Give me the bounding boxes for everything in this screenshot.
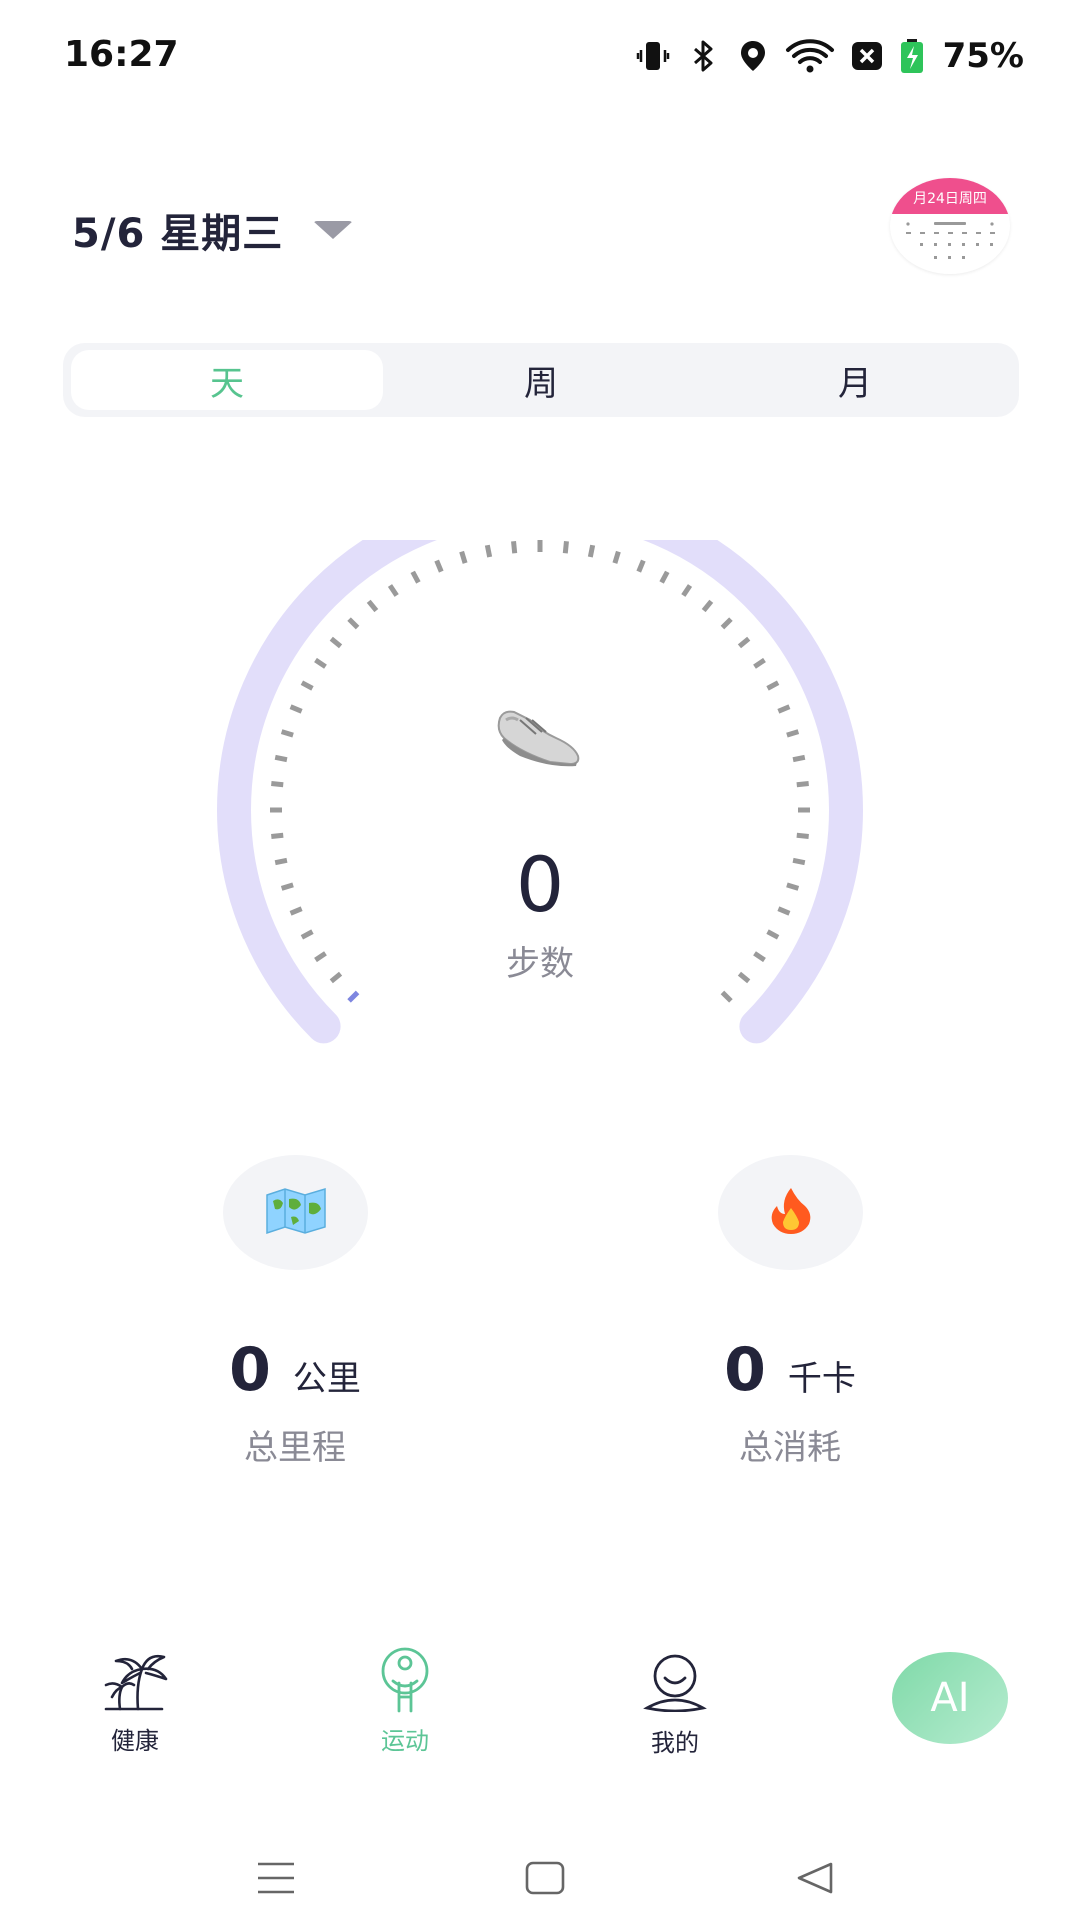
gauge-tick [434,559,444,573]
profile-face-icon [640,1647,710,1717]
vibrate-icon [635,38,671,74]
calories-value: 0 [724,1335,766,1405]
gauge-tick [347,617,360,630]
calendar-thumb-date: 月24日周四 [890,178,1010,214]
notification-x-icon [849,38,885,74]
calories-label: 总消耗 [739,1428,841,1468]
home-button[interactable] [515,1850,575,1910]
shoe-icon [490,690,590,770]
gauge-tick [796,832,809,839]
period-tabs: 天 周 月 [63,343,1019,417]
gauge-tick [271,781,284,788]
gauge-tick [796,781,809,788]
location-icon [735,38,771,74]
gauge-tick [347,990,360,1003]
map-icon [265,1187,327,1239]
gauge-tick [766,680,780,691]
calendar-button[interactable]: 月24日周四 [890,178,1010,274]
calories-icon-wrap [718,1155,863,1270]
step-label: 步数 [506,944,574,984]
calories-stat: 0 千卡 总消耗 [640,1155,940,1475]
nav-health-label: 健康 [111,1727,159,1755]
gauge-tick [329,636,343,649]
status-icons: 75% [635,36,1024,76]
gauge-tick [720,990,733,1003]
caret-down-icon [313,221,354,239]
bottom-nav: 健康 运动 我的 AI [0,1630,1080,1780]
distance-icon-wrap [223,1155,368,1270]
gauge-tick [459,550,468,564]
triangle-back-icon [795,1861,835,1899]
calendar-mini-grid-icon [890,214,1010,274]
gauge-tick [737,636,751,649]
gauge-tick [511,541,518,554]
gauge-tick [289,704,303,714]
nav-health[interactable]: 健康 [35,1645,235,1775]
fire-icon [767,1186,815,1240]
calories-value-row: 0 千卡 [640,1335,940,1405]
nav-mine-label: 我的 [651,1729,699,1757]
gauge-tick [612,550,621,564]
gauge-tick [786,729,800,738]
gauge-tick [720,617,733,630]
nav-mine[interactable]: 我的 [575,1647,775,1777]
status-time: 16:27 [64,34,179,75]
step-gauge: 0 步数 [0,540,1080,1060]
gauge-tick [410,570,421,584]
battery-percentage: 75% [942,36,1024,76]
back-button[interactable] [785,1850,845,1910]
ai-assistant-button[interactable]: AI [892,1652,1008,1744]
tab-week[interactable]: 周 [385,350,697,410]
gauge-tick [681,584,693,597]
distance-value: 0 [229,1335,271,1405]
gauge-tick [366,599,379,613]
person-icon [370,1645,440,1715]
gauge-tick [792,754,806,763]
tab-day[interactable]: 天 [71,350,383,410]
square-icon [525,1861,565,1899]
gauge-tick [484,544,493,558]
gauge-tick [274,754,288,763]
calories-unit: 千卡 [787,1359,856,1399]
distance-stat: 0 公里 总里程 [145,1155,445,1475]
nav-sport[interactable]: 运动 [305,1645,505,1775]
gauge-tick [777,704,791,714]
gauge-tick [280,729,294,738]
distance-unit: 公里 [292,1359,361,1399]
bluetooth-icon [685,38,721,74]
step-count: 0 [515,840,565,929]
recents-button[interactable] [246,1850,306,1910]
gauge-tick [587,544,596,558]
gauge-tick [636,559,646,573]
status-bar: 16:27 75% [0,0,1080,110]
gauge-tick [300,680,314,691]
date-picker[interactable]: 5/6 星期三 [72,200,354,260]
current-date: 5/6 星期三 [72,211,284,257]
distance-value-row: 0 公里 [145,1335,445,1405]
gauge-tick [701,599,714,613]
gauge-tick [753,657,766,669]
gauge-tick [271,832,284,839]
gauge-tick [562,541,569,554]
battery-charging-icon [899,38,925,74]
gauge-tick [314,657,327,669]
tab-month[interactable]: 月 [699,350,1011,410]
gauge-tick [659,570,670,584]
gauge-tick [387,584,399,597]
system-nav-bar [0,1840,1080,1920]
wifi-icon [785,38,835,74]
distance-label: 总里程 [244,1428,346,1468]
palm-tree-icon [100,1645,170,1715]
menu-lines-icon [256,1861,296,1899]
nav-sport-label: 运动 [381,1727,429,1755]
